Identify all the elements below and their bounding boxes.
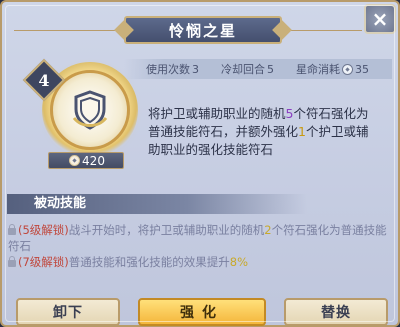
skill-title: 怜悯之星 <box>124 16 282 44</box>
close-button[interactable]: × <box>364 4 396 34</box>
lock-icon <box>8 224 16 235</box>
star-cost-value: 35 <box>355 62 369 76</box>
cooldown-label: 冷却回合 <box>221 63 265 76</box>
uses-value: 3 <box>192 62 199 76</box>
passive-title: 被动技能 <box>34 196 87 211</box>
passive-item-1: (5级解锁)战斗开始时，将护卫或辅助职业的随机2个符石强化为普通技能符石 <box>8 222 396 254</box>
passive-2-tag: (7级解锁) <box>18 255 69 269</box>
desc-part-1: 将护卫或辅助职业的随机 <box>148 106 286 121</box>
skill-description: 将护卫或辅助职业的随机5个符石强化为普通技能符石，并额外强化1个护卫或辅助职业的… <box>148 105 380 159</box>
title-divider-right <box>282 30 362 31</box>
level-text: 4 <box>38 70 50 90</box>
skill-detail-panel: 怜悯之星 × 使用次数 3 冷却回合 5 星命消耗 35 4 420 将护卫或辅… <box>0 0 400 327</box>
star-cost-label: 星命消耗 <box>296 63 340 76</box>
passive-item-2: (7级解锁)普通技能和强化技能的效果提升8% <box>8 254 396 270</box>
star-coin-icon <box>342 63 353 75</box>
title-divider-left <box>14 30 124 31</box>
unload-label: 卸下 <box>53 305 83 321</box>
close-icon: × <box>371 7 389 31</box>
unload-button[interactable]: 卸下 <box>16 298 120 326</box>
passive-1-tag: (5级解锁) <box>18 223 69 237</box>
cost-plate: 420 <box>48 152 124 169</box>
enhance-label: 强化 <box>180 305 224 321</box>
shield-icon <box>72 90 108 130</box>
cost-value: 420 <box>82 153 105 168</box>
uses-label: 使用次数 <box>146 63 190 76</box>
passive-2-text: 普通技能和强化技能的效果提升 <box>68 255 230 269</box>
cooldown-stat: 冷却回合 5 <box>221 61 274 77</box>
passive-1-text: 战斗开始时，将护卫或辅助职业的随机 <box>68 223 265 237</box>
skill-title-text: 怜悯之星 <box>168 21 237 40</box>
coin-icon <box>69 155 81 166</box>
replace-button[interactable]: 替换 <box>284 298 388 326</box>
stats-bar: 使用次数 3 冷却回合 5 星命消耗 35 <box>124 59 392 79</box>
star-cost-stat: 星命消耗 35 <box>296 61 369 77</box>
replace-label: 替换 <box>321 305 351 321</box>
desc-number-2: 1 <box>298 124 306 139</box>
uses-stat: 使用次数 3 <box>146 61 199 77</box>
passive-list: (5级解锁)战斗开始时，将护卫或辅助职业的随机2个符石强化为普通技能符石 (7级… <box>8 222 396 270</box>
passive-2-number: 8% <box>229 255 249 269</box>
cooldown-value: 5 <box>267 62 274 76</box>
enhance-button[interactable]: 强化 <box>138 298 266 326</box>
lock-icon <box>8 256 16 267</box>
passive-1-number: 2 <box>264 223 272 237</box>
